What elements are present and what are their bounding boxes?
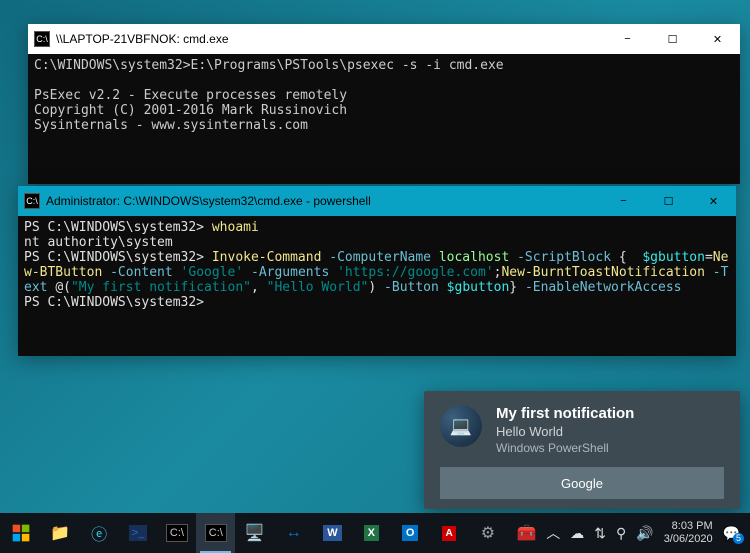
ps-param: -Button bbox=[384, 280, 447, 295]
powershell-window: C:\ Administrator: C:\WINDOWS\system32\c… bbox=[18, 186, 736, 356]
cmd-icon: C:\ bbox=[205, 524, 227, 542]
windows-logo-icon bbox=[11, 523, 31, 543]
ps-cmdlet: Invoke-Command bbox=[212, 250, 329, 265]
tray-time: 8:03 PM bbox=[664, 520, 713, 533]
taskbar-excel[interactable]: X bbox=[352, 513, 391, 553]
ps-op: , bbox=[251, 280, 267, 295]
ps-value: localhost bbox=[439, 250, 517, 265]
taskbar-outlook[interactable]: O bbox=[391, 513, 430, 553]
toast-notification[interactable]: 💻 My first notification Hello World Wind… bbox=[424, 391, 740, 509]
cmd-icon: C:\ bbox=[166, 524, 188, 542]
ps-maximize-button[interactable]: ☐ bbox=[646, 186, 691, 216]
ps-op: ) bbox=[368, 280, 384, 295]
taskbar-edge[interactable]: ⓔ bbox=[80, 513, 119, 553]
ps-string: "My first notification" bbox=[71, 280, 251, 295]
cmd-line: Sysinternals - www.sysinternals.com bbox=[34, 118, 308, 133]
ps-prompt: PS C:\WINDOWS\system32> bbox=[24, 250, 212, 265]
taskbar-file-explorer[interactable]: 📁 bbox=[41, 513, 80, 553]
taskbar-cmd-running[interactable]: C:\ bbox=[196, 513, 235, 553]
ps-var: $gbutton bbox=[642, 250, 705, 265]
cmd-line: Copyright (C) 2001-2016 Mark Russinovich bbox=[34, 103, 347, 118]
taskbar-teamviewer[interactable]: ↔ bbox=[274, 513, 313, 553]
taskbar-adobe[interactable]: A bbox=[430, 513, 469, 553]
ps-brace: } bbox=[509, 280, 525, 295]
taskbar-word[interactable]: W bbox=[313, 513, 352, 553]
cmd-window: C:\ \\LAPTOP-21VBFNOK: cmd.exe − ☐ ✕ C:\… bbox=[28, 24, 740, 184]
cmd-line: PsExec v2.2 - Execute processes remotely bbox=[34, 88, 347, 103]
ps-titlebar[interactable]: C:\ Administrator: C:\WINDOWS\system32\c… bbox=[18, 186, 736, 216]
taskbar-cmd[interactable]: C:\ bbox=[158, 513, 197, 553]
taskbar-app-2[interactable]: 🧰 bbox=[507, 513, 546, 553]
ps-minimize-button[interactable]: − bbox=[601, 186, 646, 216]
system-tray: ︿ ☁ ⇅ ⚲ 🔊 8:03 PM 3/06/2020 💬 5 bbox=[546, 513, 748, 553]
ps-op: = bbox=[705, 250, 713, 265]
ps-console[interactable]: PS C:\WINDOWS\system32> whoami nt author… bbox=[18, 216, 736, 356]
tray-onedrive-icon[interactable]: ☁ bbox=[570, 525, 584, 542]
cmd-close-button[interactable]: ✕ bbox=[695, 24, 740, 54]
ps-string: 'https://google.com' bbox=[337, 265, 494, 280]
ps-prompt: PS C:\WINDOWS\system32> bbox=[24, 220, 212, 235]
taskbar-powershell[interactable]: >_ bbox=[119, 513, 158, 553]
taskbar: 📁 ⓔ >_ C:\ C:\ 🖥️ ↔ W X O A ⚙ 🧰 ︿ ☁ ⇅ ⚲ … bbox=[0, 513, 750, 553]
tray-network-icon[interactable]: ⇅ bbox=[594, 525, 606, 542]
tray-action-center[interactable]: 💬 5 bbox=[723, 525, 740, 542]
cmd-minimize-button[interactable]: − bbox=[605, 24, 650, 54]
powershell-icon: >_ bbox=[129, 525, 148, 541]
cmd-line: C:\WINDOWS\system32>E:\Programs\PSTools\… bbox=[34, 58, 504, 73]
ps-param: -ScriptBlock bbox=[517, 250, 619, 265]
ps-param: -Arguments bbox=[251, 265, 337, 280]
ps-var: $gbutton bbox=[447, 280, 510, 295]
start-button[interactable] bbox=[2, 513, 41, 553]
ps-string: "Hello World" bbox=[267, 280, 369, 295]
ps-prompt: PS C:\WINDOWS\system32> bbox=[24, 295, 204, 310]
ps-cmdlet: New-BurntToastNotification bbox=[501, 265, 712, 280]
ps-param: -ComputerName bbox=[329, 250, 439, 265]
toast-action-button[interactable]: Google bbox=[440, 467, 724, 499]
ps-brace: { bbox=[619, 250, 642, 265]
ps-output: nt authority\system bbox=[24, 235, 173, 250]
toast-app-name: Windows PowerShell bbox=[496, 441, 634, 455]
tray-clock[interactable]: 8:03 PM 3/06/2020 bbox=[664, 520, 713, 546]
folder-icon: 📁 bbox=[50, 523, 70, 543]
toast-heading: My first notification bbox=[496, 405, 634, 422]
teamviewer-icon: ↔ bbox=[286, 524, 302, 542]
ps-close-button[interactable]: ✕ bbox=[691, 186, 736, 216]
cmd-icon: C:\ bbox=[24, 193, 40, 209]
word-icon: W bbox=[323, 525, 341, 541]
toast-app-icon: 💻 bbox=[440, 405, 482, 447]
tray-date: 3/06/2020 bbox=[664, 533, 713, 546]
cmd-maximize-button[interactable]: ☐ bbox=[650, 24, 695, 54]
notification-badge: 5 bbox=[733, 533, 744, 544]
toast-body: Hello World bbox=[496, 424, 634, 439]
taskbar-settings[interactable]: ⚙ bbox=[469, 513, 508, 553]
edge-icon: ⓔ bbox=[91, 521, 107, 545]
ps-param: -EnableNetworkAccess bbox=[525, 280, 682, 295]
tray-volume-icon[interactable]: 🔊 bbox=[636, 525, 653, 542]
ps-op: @( bbox=[55, 280, 71, 295]
pdf-icon: A bbox=[442, 526, 455, 541]
tray-wifi-icon[interactable]: ⚲ bbox=[616, 525, 626, 542]
ps-param: -Content bbox=[110, 265, 180, 280]
cmd-icon: C:\ bbox=[34, 31, 50, 47]
tool-icon: 🧰 bbox=[517, 523, 537, 543]
cmd-titlebar[interactable]: C:\ \\LAPTOP-21VBFNOK: cmd.exe − ☐ ✕ bbox=[28, 24, 740, 54]
tray-overflow-button[interactable]: ︿ bbox=[546, 523, 560, 543]
cmd-console[interactable]: C:\WINDOWS\system32>E:\Programs\PSTools\… bbox=[28, 54, 740, 184]
excel-icon: X bbox=[364, 525, 379, 541]
outlook-icon: O bbox=[402, 525, 419, 541]
monitor-icon: 🖥️ bbox=[245, 523, 265, 543]
taskbar-app-1[interactable]: 🖥️ bbox=[235, 513, 274, 553]
ps-string: 'Google' bbox=[181, 265, 251, 280]
ps-cmd: whoami bbox=[212, 220, 259, 235]
gear-icon: ⚙ bbox=[481, 523, 495, 543]
